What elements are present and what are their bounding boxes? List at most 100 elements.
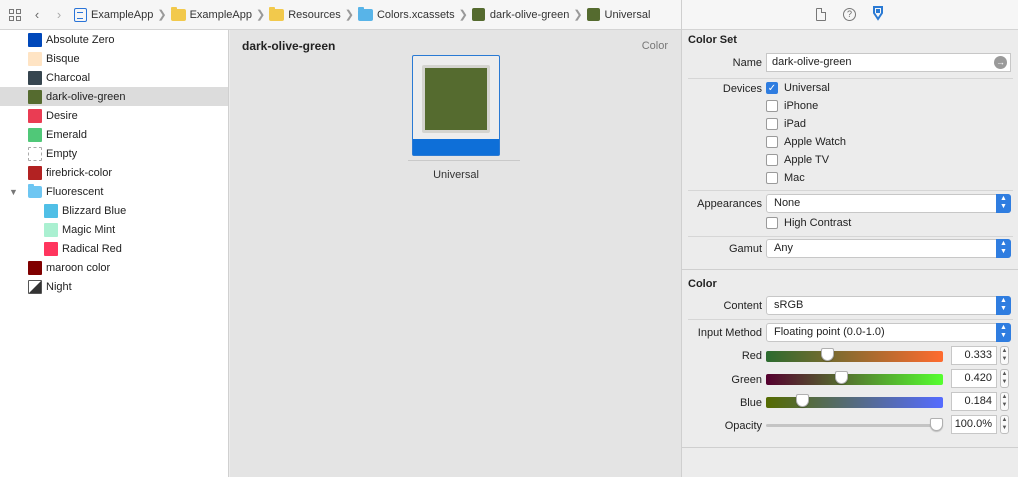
red-value-field[interactable]: 0.333 bbox=[951, 346, 997, 365]
list-item[interactable]: Magic Mint bbox=[0, 220, 228, 239]
input-method-popup[interactable]: Floating point (0.0-1.0) ▲ ▼ bbox=[766, 323, 1011, 342]
checkbox-icon bbox=[766, 154, 778, 166]
appearances-popup[interactable]: None ▲ ▼ bbox=[766, 194, 1011, 213]
color-swatch-icon bbox=[44, 203, 58, 218]
green-slider[interactable] bbox=[766, 371, 943, 385]
breadcrumb-asset-catalog[interactable]: Colors.xcassets ❯ bbox=[357, 6, 468, 21]
list-item[interactable]: firebrick-color bbox=[0, 163, 228, 182]
popup-arrows-icon: ▲ ▼ bbox=[996, 323, 1011, 342]
breadcrumb-resources[interactable]: Resources ❯ bbox=[269, 6, 354, 21]
content-popup[interactable]: sRGB ▲ ▼ bbox=[766, 296, 1011, 315]
asset-type-label: Color bbox=[641, 40, 668, 52]
divider bbox=[688, 236, 1013, 237]
red-slider[interactable] bbox=[766, 348, 943, 362]
device-checkbox-universal[interactable]: ✓ Universal bbox=[766, 82, 830, 94]
help-icon[interactable]: ? bbox=[843, 8, 856, 21]
color-swatch-icon bbox=[28, 89, 42, 104]
disclosure-triangle-icon[interactable]: ▼ bbox=[9, 187, 18, 197]
blue-value-field[interactable]: 0.184 bbox=[951, 392, 997, 411]
opacity-value-field[interactable]: 100.0% bbox=[951, 415, 997, 434]
green-label: Green bbox=[731, 374, 762, 386]
list-item[interactable]: Absolute Zero bbox=[0, 30, 228, 49]
device-checkbox-mac[interactable]: Mac bbox=[766, 172, 805, 184]
breadcrumb-color-set[interactable]: dark-olive-green ❯ bbox=[471, 8, 583, 21]
name-field[interactable]: dark-olive-green → bbox=[766, 53, 1011, 72]
selection-bar bbox=[413, 139, 499, 155]
section-title-color-set: Color Set bbox=[688, 34, 737, 46]
color-swatch-icon bbox=[28, 51, 42, 66]
folder-icon bbox=[28, 183, 42, 198]
chevron-right-icon: ❯ bbox=[458, 9, 468, 21]
red-stepper[interactable]: ▲ ▼ bbox=[1000, 346, 1009, 365]
attributes-inspector-icon[interactable] bbox=[870, 6, 884, 21]
list-item[interactable]: Blizzard Blue bbox=[0, 201, 228, 220]
gamut-popup[interactable]: Any ▲ ▼ bbox=[766, 239, 1011, 258]
go-arrow-icon[interactable]: → bbox=[994, 56, 1007, 69]
chevron-right-icon: ❯ bbox=[344, 9, 354, 21]
input-method-label: Input Method bbox=[697, 327, 762, 339]
asset-catalog-icon bbox=[357, 6, 373, 21]
divider bbox=[408, 160, 520, 161]
checkmark-icon: ✓ bbox=[766, 82, 778, 94]
blue-slider[interactable] bbox=[766, 394, 943, 408]
popup-arrows-icon: ▲ ▼ bbox=[996, 239, 1011, 258]
blue-stepper[interactable]: ▲ ▼ bbox=[1000, 392, 1009, 411]
checkbox-icon bbox=[766, 118, 778, 130]
high-contrast-checkbox[interactable]: High Contrast bbox=[766, 217, 851, 229]
opacity-slider[interactable] bbox=[766, 418, 943, 431]
blue-slider-knob[interactable] bbox=[796, 394, 809, 407]
attributes-inspector: ? Color Set Name dark-olive-green → Devi… bbox=[681, 0, 1018, 477]
content-label: Content bbox=[723, 300, 762, 312]
asset-navigator: Absolute Zero Bisque Charcoal dark-olive… bbox=[0, 30, 229, 477]
list-item[interactable]: Desire bbox=[0, 106, 228, 125]
folder-icon bbox=[269, 6, 285, 21]
opacity-stepper[interactable]: ▲ ▼ bbox=[1000, 415, 1009, 434]
list-item[interactable]: Emerald bbox=[0, 125, 228, 144]
back-arrow-icon[interactable]: ‹ bbox=[30, 7, 44, 22]
list-item-selected[interactable]: dark-olive-green bbox=[0, 87, 228, 106]
color-swatch-icon bbox=[28, 108, 42, 123]
list-item[interactable]: Empty bbox=[0, 144, 228, 163]
chevron-right-icon: ❯ bbox=[255, 9, 266, 21]
jump-bar: ‹ › ExampleApp ❯ ExampleApp ❯ Resources … bbox=[0, 0, 681, 30]
red-slider-knob[interactable] bbox=[821, 348, 834, 361]
breadcrumb-universal[interactable]: Universal bbox=[586, 8, 650, 21]
device-checkbox-iphone[interactable]: iPhone bbox=[766, 100, 818, 112]
device-checkbox-apple-watch[interactable]: Apple Watch bbox=[766, 136, 846, 148]
project-icon bbox=[74, 7, 87, 22]
related-items-icon[interactable] bbox=[8, 8, 22, 22]
color-set-title: dark-olive-green bbox=[242, 39, 336, 53]
list-item[interactable]: Charcoal bbox=[0, 68, 228, 87]
popup-arrows-icon: ▲ ▼ bbox=[996, 296, 1011, 315]
divider bbox=[682, 269, 1018, 270]
list-item[interactable]: Night bbox=[0, 277, 228, 296]
blue-label: Blue bbox=[739, 397, 762, 409]
popup-arrows-icon: ▲ ▼ bbox=[996, 194, 1011, 213]
forward-arrow-icon[interactable]: › bbox=[52, 7, 66, 22]
green-stepper[interactable]: ▲ ▼ bbox=[1000, 369, 1009, 388]
device-checkbox-ipad[interactable]: iPad bbox=[766, 118, 806, 130]
dual-color-swatch-icon bbox=[28, 279, 42, 294]
appearances-label: Appearances bbox=[697, 198, 762, 210]
divider bbox=[682, 447, 1018, 448]
color-well-universal[interactable] bbox=[412, 55, 500, 156]
color-swatch-icon bbox=[586, 8, 600, 21]
green-slider-knob[interactable] bbox=[835, 371, 848, 384]
breadcrumb-group[interactable]: ExampleApp ❯ bbox=[170, 6, 266, 21]
name-label: Name bbox=[732, 57, 762, 69]
devices-label: Devices bbox=[722, 83, 762, 95]
opacity-slider-knob[interactable] bbox=[930, 418, 943, 431]
list-item-group[interactable]: ▼ Fluorescent bbox=[0, 182, 228, 201]
list-item[interactable]: maroon color bbox=[0, 258, 228, 277]
checkbox-icon bbox=[766, 100, 778, 112]
list-item[interactable]: Radical Red bbox=[0, 239, 228, 258]
green-value-field[interactable]: 0.420 bbox=[951, 369, 997, 388]
breadcrumb-project[interactable]: ExampleApp ❯ bbox=[74, 7, 167, 22]
color-set-editor: dark-olive-green Color Universal bbox=[230, 30, 681, 477]
red-label: Red bbox=[741, 350, 762, 362]
list-item[interactable]: Bisque bbox=[0, 49, 228, 68]
file-inspector-icon[interactable] bbox=[816, 8, 826, 21]
divider bbox=[688, 190, 1013, 191]
device-checkbox-apple-tv[interactable]: Apple TV bbox=[766, 154, 829, 166]
gamut-label: Gamut bbox=[728, 243, 762, 255]
